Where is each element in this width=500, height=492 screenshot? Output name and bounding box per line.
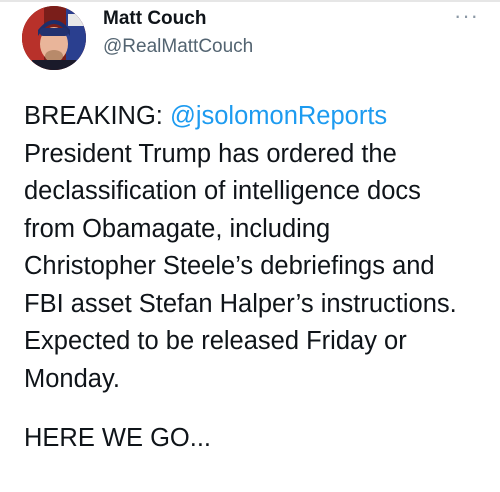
tweet-line-1: BREAKING: @jsolomonReports: [24, 98, 494, 136]
tweet-line: President Trump has ordered the: [24, 139, 397, 168]
tweet-prefix: BREAKING:: [24, 102, 170, 130]
tweet-line: declassification of intelligence docs: [24, 177, 421, 205]
tweet-line: from Obamagate, including: [24, 214, 331, 243]
top-divider: [0, 0, 500, 2]
author-name[interactable]: Matt Couch: [103, 8, 206, 30]
mention-link[interactable]: @jsolomonReports: [170, 102, 387, 130]
author-avatar[interactable]: [22, 6, 86, 70]
author-handle[interactable]: @RealMattCouch: [103, 36, 253, 58]
tweet-line: Expected to be released Friday or: [24, 327, 407, 355]
more-horizontal-icon[interactable]: ···: [454, 5, 479, 27]
tweet-line: Christopher Steele’s debriefings and: [24, 252, 435, 280]
tweet-line: Monday.: [24, 364, 120, 393]
tweet-line: FBI asset Stefan Halper’s instructions.: [24, 289, 457, 318]
avatar-photo: [22, 6, 86, 70]
tweet-closing: HERE WE GO...: [24, 424, 212, 452]
tweet-text: BREAKING: @jsolomonReports President Tru…: [24, 98, 494, 458]
